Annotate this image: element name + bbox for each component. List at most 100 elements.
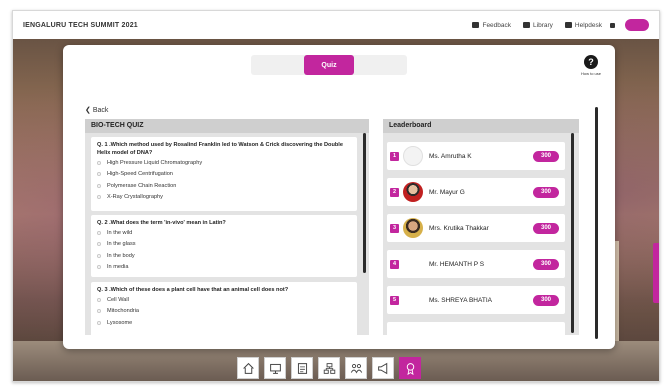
option-label: Polymerase Chain Reaction	[107, 182, 177, 189]
document-icon	[297, 362, 307, 374]
quiz-title: BIO-TECH QUIZ	[85, 119, 369, 133]
library-link[interactable]: Library	[523, 22, 553, 29]
feedback-link[interactable]: Feedback	[472, 22, 511, 29]
leaderboard-row: 2 Mr. Mayur G 300	[387, 178, 565, 206]
answer-option[interactable]: X-Ray Crystallography	[97, 192, 351, 204]
leaderboard-scrollbar[interactable]	[571, 133, 574, 333]
megaphone-icon	[377, 362, 387, 374]
question-text: Q. 2 .What does the term 'in-vivo' mean …	[97, 220, 226, 226]
radio-icon	[97, 320, 101, 325]
help-icon: ?	[584, 55, 598, 69]
answer-option[interactable]: In the glass	[97, 239, 351, 251]
auditorium-button[interactable]	[264, 357, 286, 379]
radio-icon	[97, 172, 101, 177]
radio-icon	[97, 265, 101, 270]
option-label: In media	[107, 264, 129, 271]
answer-option[interactable]: In media	[97, 262, 351, 274]
home-icon	[242, 362, 254, 374]
notification-icon[interactable]	[610, 22, 615, 28]
option-label: In the wild	[107, 229, 133, 236]
side-drawer-tab[interactable]	[653, 243, 659, 303]
leaderboard-panel: Leaderboard 1 Ms. Amrutha K 300 2 Mr. Ma…	[383, 119, 579, 335]
option-label: High-Speed Centrifugation	[107, 171, 173, 178]
answer-option[interactable]: High Pressure Liquid Chromatography	[97, 157, 351, 169]
radio-icon	[97, 253, 101, 258]
score-badge: 300	[533, 294, 559, 306]
people-icon	[350, 363, 362, 374]
helpdesk-link[interactable]: Helpdesk	[564, 21, 602, 29]
participant-name: Ms. SHREYA BHATIA	[429, 296, 492, 304]
agenda-button[interactable]	[291, 357, 313, 379]
score-badge: 300	[533, 222, 559, 234]
answer-option[interactable]: In the wild	[97, 227, 351, 239]
radio-icon	[97, 230, 101, 235]
leaderboard-title: Leaderboard	[383, 119, 579, 133]
leaderboard-row: 1 Ms. Amrutha K 300	[387, 142, 565, 170]
quiz-modal: Quiz ? How to use ❮ Back BIO-TECH QUIZ Q…	[63, 45, 615, 349]
participant-name: Mrs. Krutika Thakkar	[429, 224, 489, 232]
leaderboard-row	[387, 322, 565, 335]
rank-badge: 3	[390, 223, 399, 233]
back-button[interactable]: ❮ Back	[85, 106, 108, 114]
event-title: IENGALURU TECH SUMMIT 2021	[23, 21, 138, 29]
option-label: Cell Wall	[107, 296, 129, 303]
avatar	[403, 218, 423, 238]
announcements-button[interactable]	[372, 357, 394, 379]
feedback-icon	[472, 22, 480, 28]
avatar	[403, 146, 423, 166]
answer-option[interactable]: In the body	[97, 250, 351, 262]
question-card: Q. 2 .What does the term 'in-vivo' mean …	[91, 215, 357, 277]
quiz-panel: BIO-TECH QUIZ Q. 1 .Which method used by…	[85, 119, 369, 335]
option-label: In the glass	[107, 241, 136, 248]
participant-name: Ms. Amrutha K	[429, 152, 472, 160]
leaderboard-row: 3 Mrs. Krutika Thakkar 300	[387, 214, 565, 242]
app-frame: IENGALURU TECH SUMMIT 2021 Feedback Libr…	[12, 10, 660, 382]
exhibition-button[interactable]	[318, 357, 340, 379]
answer-option[interactable]: Lysosome	[97, 317, 351, 329]
score-badge: 300	[533, 150, 559, 162]
radio-icon	[97, 309, 101, 314]
question-card: Q. 1 .Which method used by Rosalind Fran…	[91, 137, 357, 211]
home-button[interactable]	[237, 357, 259, 379]
helpdesk-icon	[564, 22, 572, 28]
modal-tab-bar: Quiz	[251, 55, 407, 75]
answer-option[interactable]: Cell Wall	[97, 294, 351, 306]
rank-badge: 2	[390, 187, 399, 197]
network-icon	[323, 362, 335, 374]
participant-name: Mr. HEMANTH P S	[429, 260, 485, 268]
tab-quiz[interactable]: Quiz	[304, 55, 354, 75]
avatar	[403, 254, 423, 274]
networking-button[interactable]	[345, 357, 367, 379]
user-menu-button[interactable]	[625, 19, 649, 31]
library-label: Library	[533, 21, 553, 29]
award-icon	[406, 362, 414, 375]
leaderboard-row: 4 Mr. HEMANTH P S 300	[387, 250, 565, 278]
quiz-scrollbar[interactable]	[363, 133, 366, 273]
bottom-dock	[237, 357, 421, 379]
answer-option[interactable]: High-Speed Centrifugation	[97, 169, 351, 181]
answer-option[interactable]: Polymerase Chain Reaction	[97, 180, 351, 192]
chevron-left-icon: ❮	[85, 107, 91, 114]
rank-badge: 1	[390, 151, 399, 161]
radio-icon	[97, 195, 101, 200]
answer-option[interactable]: Mitochondria	[97, 306, 351, 318]
option-label: Lysosome	[107, 319, 133, 326]
radio-icon	[97, 160, 101, 165]
how-to-use-button[interactable]: ? How to use	[577, 55, 605, 76]
leaderboard-row: 5 Ms. SHREYA BHATIA 300	[387, 286, 565, 314]
avatar	[403, 182, 423, 202]
modal-scrollbar[interactable]	[595, 107, 598, 339]
back-label: Back	[92, 107, 109, 114]
question-text: Q. 1 .Which method used by Rosalind Fran…	[97, 142, 343, 156]
radio-icon	[97, 297, 101, 302]
rank-badge: 4	[390, 259, 399, 269]
question-card: Q. 3 .Which of these does a plant cell h…	[91, 282, 357, 335]
avatar	[403, 290, 423, 310]
how-to-use-label: How to use	[580, 71, 601, 76]
option-label: High Pressure Liquid Chromatography	[107, 159, 203, 166]
score-badge: 300	[533, 258, 559, 270]
library-icon	[523, 22, 531, 28]
quiz-button[interactable]	[399, 357, 421, 379]
helpdesk-label: Helpdesk	[574, 21, 602, 29]
score-badge: 300	[533, 186, 559, 198]
